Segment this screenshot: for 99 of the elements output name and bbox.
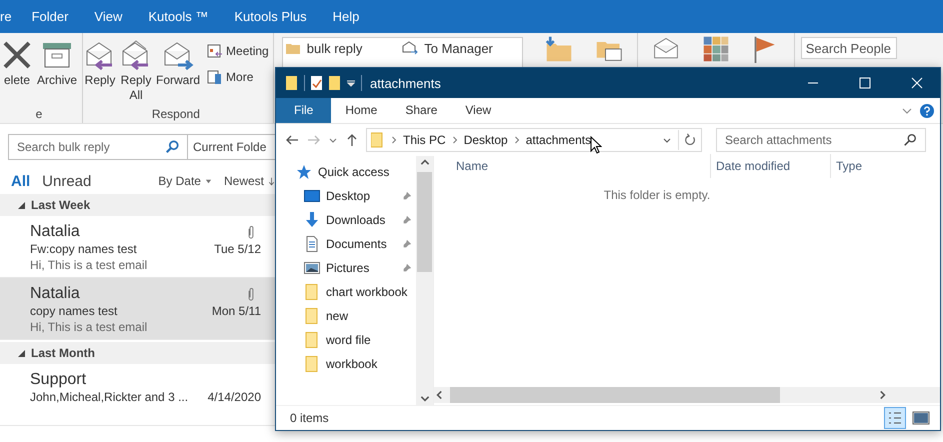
menu-tab[interactable]: View [94, 9, 122, 24]
nav-item[interactable]: word file [276, 328, 416, 352]
sender-name: Natalia [30, 284, 80, 304]
address-bar[interactable]: This PC Desktop attachments [366, 128, 702, 152]
sort-dropdown[interactable]: By Date [158, 174, 212, 188]
devices-icon [207, 69, 224, 85]
subject-text: Fw:copy names test [30, 242, 137, 256]
folder-icon [371, 132, 383, 148]
ribbon-button[interactable]: Forward [155, 37, 202, 107]
move-folder-icon[interactable] [544, 35, 573, 63]
document-icon [304, 236, 320, 252]
pin-icon[interactable] [402, 215, 412, 225]
envelope-icon [402, 40, 418, 56]
details-view-button[interactable] [884, 407, 906, 429]
sender-name: Support [30, 370, 86, 390]
ribbon-button[interactable]: Archive [36, 37, 78, 107]
quick-step[interactable]: To Manager [402, 40, 520, 56]
nav-item[interactable]: Quick access [276, 160, 416, 184]
folder-icon [304, 308, 320, 324]
status-text: 0 items [290, 411, 329, 425]
pin-icon[interactable] [402, 191, 412, 201]
nav-item[interactable]: Documents [276, 232, 416, 256]
ribbon-button[interactable]: More [207, 69, 269, 85]
window-title: attachments [370, 76, 441, 90]
horizontal-scrollbar[interactable] [434, 387, 940, 403]
ribbon-button[interactable]: Reply [83, 37, 118, 107]
search-field[interactable]: Search bulk reply [8, 134, 188, 160]
image-icon [304, 260, 320, 276]
folder-icon [304, 332, 320, 348]
star-icon [296, 164, 312, 180]
download-arrow-icon [304, 212, 320, 228]
folder-icon[interactable] [329, 75, 341, 91]
calendar-icon [207, 43, 224, 59]
date-text: Tue 5/12 [214, 242, 261, 256]
subject-text: copy names test [30, 304, 118, 318]
down-arrow-icon [268, 176, 275, 186]
ribbon-button[interactable]: Reply All [119, 37, 154, 107]
nav-item[interactable]: workbook [276, 352, 416, 376]
message-item[interactable]: Natalia copy names test Mon 5/11 Hi, This is a test email [0, 278, 275, 340]
group-header[interactable]: Last Month [0, 342, 275, 364]
preview-text: Hi, This is a test email [30, 258, 148, 272]
group-header[interactable]: Last Week [0, 194, 275, 216]
column-header[interactable]: Type [830, 154, 896, 178]
search-icon [903, 133, 917, 147]
collapse-icon [18, 202, 25, 208]
help-icon[interactable] [920, 104, 934, 118]
ribbon-tab[interactable]: Share [391, 98, 452, 123]
ribbon-button[interactable]: Meeting [207, 43, 269, 59]
pin-icon[interactable] [402, 263, 412, 273]
delete-icon [1, 39, 33, 71]
sender-name: Natalia [30, 222, 80, 242]
quick-step[interactable]: bulk reply [284, 40, 402, 56]
nav-item[interactable]: Desktop [276, 184, 416, 208]
nav-item[interactable]: new [276, 304, 416, 328]
folder-icon[interactable] [286, 75, 298, 91]
empty-folder-message: This folder is empty. [604, 188, 710, 202]
checklist-icon[interactable] [311, 75, 323, 91]
search-people-field[interactable]: Search People [800, 37, 897, 59]
chevron-icon[interactable] [452, 136, 458, 144]
menu-tab[interactable]: re [0, 9, 12, 24]
breadcrumb[interactable]: attachments [526, 133, 592, 147]
column-header[interactable]: Date modified [710, 154, 830, 178]
nav-item[interactable]: chart workbook [276, 280, 416, 304]
menu-tab[interactable]: Kutools ™ [148, 9, 208, 24]
mouse-pointer-icon [590, 136, 602, 154]
folder-icon [304, 356, 320, 372]
menu-tab[interactable]: Kutools Plus [234, 9, 307, 24]
preview-text: Hi, This is a test email [30, 320, 148, 334]
search-icon [165, 140, 179, 154]
ribbon-tab[interactable]: File [276, 98, 332, 123]
monitor-icon [304, 188, 320, 204]
dropdown-icon[interactable] [347, 79, 355, 87]
subject-text: John,Micheal,Rickter and 3 ... [30, 390, 188, 404]
column-header[interactable]: Name [454, 154, 710, 178]
chevron-icon[interactable] [391, 136, 397, 144]
nav-item[interactable]: Pictures [276, 256, 416, 280]
color-grid-icon[interactable] [702, 35, 730, 63]
ribbon-tab[interactable]: View [451, 98, 506, 123]
group-label: Respond [150, 107, 201, 121]
group-label: e [34, 107, 44, 121]
breadcrumb[interactable]: Desktop [464, 133, 508, 147]
pin-icon[interactable] [402, 239, 412, 249]
date-text: Mon 5/11 [212, 304, 261, 318]
ribbon-button[interactable]: elete [0, 37, 34, 107]
nav-item[interactable]: Downloads [276, 208, 416, 232]
expand-ribbon-icon[interactable] [902, 106, 912, 116]
chevron-icon[interactable] [514, 136, 520, 144]
menu-tab[interactable]: Help [332, 9, 360, 24]
breadcrumb[interactable]: This PC [403, 133, 446, 147]
collapse-icon [18, 350, 25, 356]
filter-tab[interactable]: Unread [42, 172, 92, 190]
ribbon-tab[interactable]: Home [331, 98, 392, 123]
date-text: 4/14/2020 [208, 390, 261, 404]
vertical-scrollbar[interactable] [416, 156, 433, 405]
search-field[interactable]: Search attachments [716, 128, 926, 152]
folder-icon [304, 284, 320, 300]
menu-tab[interactable]: Folder [32, 9, 68, 24]
sort-order-button[interactable]: Newest [224, 174, 275, 188]
filter-tab[interactable]: All [11, 172, 30, 190]
